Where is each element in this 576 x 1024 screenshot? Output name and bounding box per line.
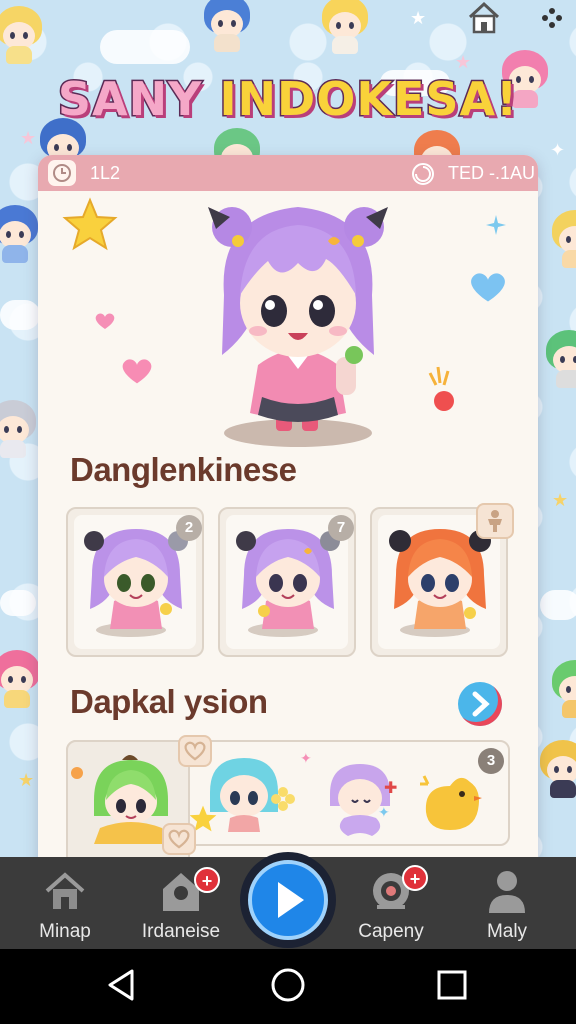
star-icon: ★: [455, 52, 472, 72]
figure-icon[interactable]: [476, 503, 514, 539]
nav-label: Minap: [39, 921, 91, 942]
system-navigation-bar: [0, 949, 576, 1024]
star-icon: ★: [552, 490, 569, 510]
section-title-1: Danglenkinese: [70, 451, 297, 488]
notification-badge: +: [194, 867, 220, 893]
heart-badge-icon[interactable]: [162, 823, 196, 855]
back-icon[interactable]: [104, 967, 140, 1003]
strip-count-badge: 3: [478, 748, 504, 774]
section-title-2: Dapkal ysion: [70, 683, 268, 720]
sparkle-icon: [486, 215, 506, 235]
sparkle-icon: ✦: [378, 804, 390, 820]
bg-chibi-yellow: [0, 6, 46, 64]
person-icon: [489, 871, 525, 913]
heart-icon: [122, 359, 152, 384]
house-icon: [45, 872, 85, 909]
chibi-orange-icon: [389, 529, 491, 629]
tile-count-badge: 7: [328, 515, 354, 541]
notification-badge: +: [402, 865, 428, 891]
chibi-purple-icon: [84, 529, 188, 629]
bg-chibi-blue: [200, 0, 254, 52]
home-circle-icon[interactable]: [270, 967, 306, 1003]
star-icon: ★: [410, 8, 427, 28]
play-icon: [278, 882, 304, 918]
tile-count-badge: 2: [176, 515, 202, 541]
bg-chibi-silver: [0, 400, 40, 458]
clock-icon[interactable]: [48, 160, 76, 186]
nav-item-irdaneise[interactable]: + Irdaneise: [126, 857, 236, 949]
house-icon[interactable]: [466, 0, 502, 36]
chick-icon: [420, 775, 482, 830]
bg-chibi-green: [548, 660, 576, 718]
heart-badge-icon[interactable]: [178, 735, 212, 767]
header-counter: 1L2: [90, 163, 121, 183]
sparkle-icon: ✚: [384, 780, 398, 797]
cloud: [540, 590, 576, 620]
character-card: 1L2 TED -.1AU Danglenkinese 2 7 Dapkal y…: [38, 155, 538, 875]
cloud: [100, 30, 190, 64]
character-tile-2[interactable]: 7: [218, 507, 356, 657]
star-icon: ★: [20, 128, 37, 148]
header-timer: TED -.1AU: [448, 163, 536, 183]
chibi-purple-icon: [236, 529, 340, 629]
bg-chibi-yellow: [548, 210, 576, 268]
bg-chibi-green: [542, 330, 576, 388]
flower-icon: [71, 767, 83, 779]
nav-label: Capeny: [358, 921, 424, 942]
nav-item-maly[interactable]: Maly: [452, 857, 562, 949]
chevron-right-icon[interactable]: [458, 682, 502, 726]
play-button[interactable]: [240, 852, 336, 948]
heart-icon: [471, 273, 505, 302]
app-title: SANY INDOKESA!: [0, 71, 576, 128]
star-icon: ✦: [550, 140, 566, 160]
hero-character[interactable]: [188, 185, 408, 455]
character-tile-3[interactable]: [370, 503, 514, 657]
app-title-word-2: INDOKESA!: [218, 71, 519, 128]
flower-icon: [271, 787, 295, 811]
bg-chibi-blue: [0, 205, 42, 263]
nav-item-capeny[interactable]: + Capeny: [336, 857, 446, 949]
nav-item-minap[interactable]: Minap: [10, 857, 120, 949]
app-title-word-1: SANY: [56, 71, 203, 128]
bg-chibi-yellow: [536, 740, 576, 798]
recents-icon[interactable]: [436, 969, 468, 1001]
cloud: [0, 300, 40, 330]
nav-label: Maly: [486, 921, 528, 942]
heart-icon: [95, 313, 115, 329]
star-icon: ★: [18, 770, 35, 790]
ball-icon: [428, 366, 454, 411]
nav-label: Irdaneise: [141, 921, 221, 942]
sparkle-icon: ✦: [300, 750, 312, 766]
chibi-mermaid-icon: [330, 764, 390, 836]
star-icon: [62, 197, 118, 251]
cloud: [0, 590, 36, 616]
more-options-icon[interactable]: [540, 6, 564, 30]
swirl-icon[interactable]: [410, 161, 436, 187]
character-tile-1[interactable]: 2: [66, 507, 204, 657]
bg-chibi-blonde: [318, 0, 372, 54]
